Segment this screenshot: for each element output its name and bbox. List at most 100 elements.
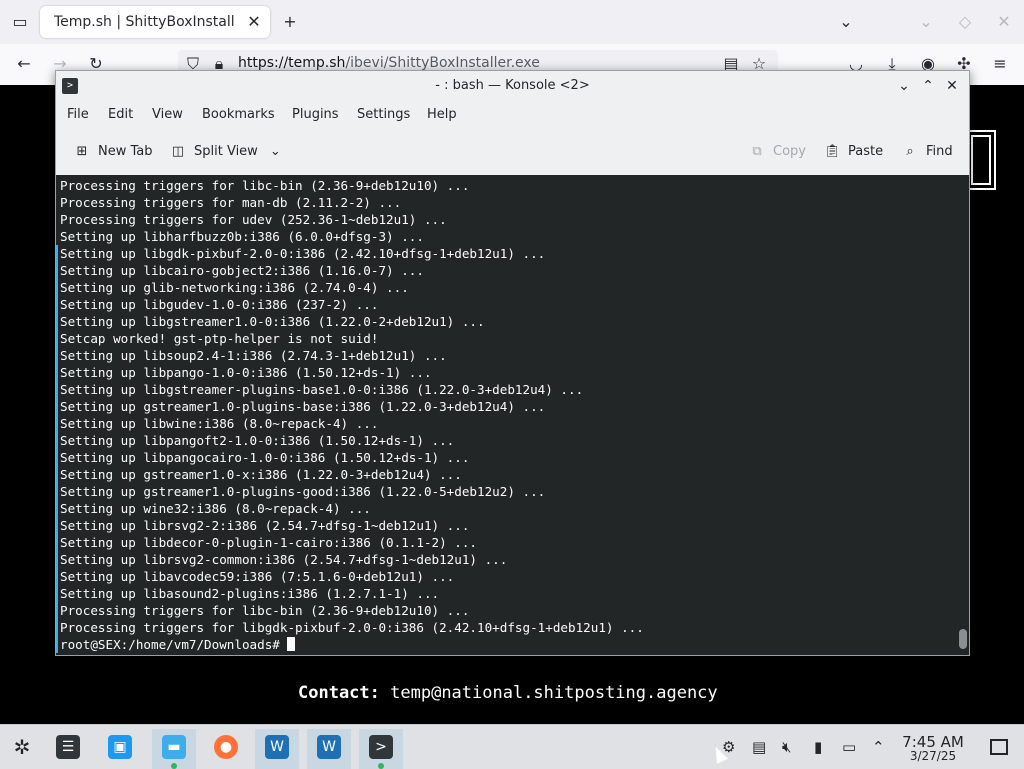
kde-launcher-button[interactable]: ✲ [0,729,44,769]
text-cursor [287,637,296,651]
paste-icon: 📋︎ [824,144,841,159]
tab-title: Temp.sh | ShittyBoxInstaller.e [54,14,234,30]
menu-icon[interactable]: ≡ [990,54,1010,74]
url-path: /ibevi/ShittyBoxInstaller.exe [345,55,540,71]
terminal-line: Setcap worked! gst-ptp-helper is not sui… [60,331,379,346]
new-tab-icon[interactable]: + [280,12,300,32]
contact-line: Contact: temp@national.shitposting.agenc… [298,683,718,703]
terminal-line: Setting up libgstreamer-plugins-base1.0-… [60,382,584,397]
terminal-line: Setting up libdecor-0-plugin-1-cairo:i38… [60,535,478,550]
network-icon[interactable]: ▭ [842,738,856,756]
wine-icon: W [265,735,289,759]
minimize-icon[interactable]: ⌄ [894,76,914,96]
clock-date[interactable]: 3/27/25 [896,749,970,763]
battery-icon[interactable]: ▮ [814,738,822,756]
volume-muted-icon[interactable]: 🔇︎ [782,738,791,756]
new-tab-label: New Tab [98,144,153,159]
konsole-button[interactable]: > [359,729,403,769]
wine-icon: W [317,735,341,759]
paste-button[interactable]: 📋︎ Paste [824,144,883,159]
list-all-tabs-icon[interactable]: ▭ [10,12,30,32]
tab-overflow-chevron-icon[interactable]: ⌄ [836,12,856,32]
terminal-line: Setting up libgudev-1.0-0:i386 (237-2) .… [60,297,379,312]
split-view-button[interactable]: ◫ Split View ⌄ [170,144,281,159]
terminal-line: Setting up libasound2-plugins:i386 (1.2.… [60,586,440,601]
konsole-window: > - : bash — Konsole <2> ⌄ ⌃ ✕ File Edit… [55,70,970,656]
terminal-line: Setting up libharfbuzz0b:i386 (6.0.0+dfs… [60,229,424,244]
close-tab-icon[interactable]: ✕ [244,12,264,32]
system-settings-button[interactable]: ☰ [46,729,90,769]
running-indicator [378,763,384,769]
contact-email[interactable]: temp@national.shitposting.agency [390,683,718,703]
menu-file[interactable]: File [67,107,89,122]
copy-button[interactable]: ⧉ Copy [749,144,806,159]
terminal-line: Setting up glib-networking:i386 (2.74.0-… [60,280,409,295]
browser-tab[interactable]: Temp.sh | ShittyBoxInstaller.e ✕ [40,6,270,38]
clipboard-icon[interactable]: ▤ [752,738,766,756]
terminal-line: Setting up libavcodec59:i386 (7:5.1.6-0+… [60,569,455,584]
shell-prompt: root@SEX:/home/vm7/Downloads# [60,637,288,652]
tray-expand-icon[interactable]: ⌃ [872,738,885,756]
terminal-line: Setting up libgstreamer1.0-0:i386 (1.22.… [60,314,485,329]
discover-store-icon: ▣ [108,735,132,759]
window-close-icon[interactable]: ✕ [994,12,1014,32]
menu-settings[interactable]: Settings [357,107,410,122]
wine-window-button-1[interactable]: W [255,729,299,769]
show-desktop-icon[interactable] [990,739,1008,755]
terminal-line: Processing triggers for libgdk-pixbuf-2.… [60,620,644,635]
terminal-line: Setting up libcairo-gobject2:i386 (1.16.… [60,263,424,278]
menu-edit[interactable]: Edit [108,107,133,122]
terminal-line: Processing triggers for man-db (2.11.2-2… [60,195,402,210]
konsole-icon: > [369,735,393,759]
window-title: - : bash — Konsole <2> [435,78,590,93]
window-minimize-icon[interactable]: ⌄ [916,12,936,32]
page-frame-box [966,130,996,190]
discover-store-button[interactable]: ▣ [98,729,142,769]
system-settings-icon: ☰ [56,735,80,759]
scrollbar[interactable] [959,175,967,655]
terminal-line: Setting up libsoup2.4-1:i386 (2.74.3-1+d… [60,348,447,363]
wine-window-button-2[interactable]: W [307,729,351,769]
terminal-output: Processing triggers for libc-bin (2.36-9… [60,177,644,653]
menu-help[interactable]: Help [427,107,457,122]
split-view-label: Split View [194,144,258,159]
scrollbar-thumb[interactable] [959,629,967,649]
terminal-line: Processing triggers for udev (252.36-1~d… [60,212,447,227]
terminal-line: Setting up libpangoft2-1.0-0:i386 (1.50.… [60,433,455,448]
window-restore-icon[interactable]: ◇ [955,12,975,32]
split-view-icon: ◫ [171,144,185,159]
find-label: Find [926,144,953,159]
terminal-line: Setting up gstreamer1.0-plugins-good:i38… [60,484,546,499]
new-tab-icon: ⊞ [76,144,88,159]
running-indicator [171,763,177,769]
terminal-line: Setting up gstreamer1.0-x:i386 (1.22.0-3… [60,467,462,482]
prompt-line[interactable]: root@SEX:/home/vm7/Downloads# [60,636,644,653]
back-icon[interactable]: ← [14,54,34,74]
terminal-line: Setting up wine32:i386 (8.0~repack-4) ..… [60,501,371,516]
search-icon: ⌕ [906,144,914,159]
url-text[interactable]: https://temp.sh/ibevi/ShittyBoxInstaller… [238,55,540,71]
terminal-line: Setting up librsvg2-common:i386 (2.54.7+… [60,552,508,567]
copy-label: Copy [773,144,806,159]
konsole-titlebar[interactable]: > - : bash — Konsole <2> ⌄ ⌃ ✕ [56,71,969,101]
menu-view[interactable]: View [152,107,183,122]
find-button[interactable]: ⌕ Find [902,144,953,159]
menu-bookmarks[interactable]: Bookmarks [202,107,275,122]
menu-plugins[interactable]: Plugins [292,107,339,122]
terminal-line: Processing triggers for libc-bin (2.36-9… [60,178,470,193]
close-icon[interactable]: ✕ [942,76,962,96]
firefox-icon: ● [214,735,238,759]
firefox-button[interactable]: ● [204,729,248,769]
copy-icon: ⧉ [752,144,762,159]
dolphin-files-button[interactable]: ▬ [152,729,196,769]
chevron-down-icon[interactable]: ⌄ [270,144,281,159]
maximize-icon[interactable]: ⌃ [918,76,938,96]
paste-label: Paste [848,144,884,159]
menu-bar: File Edit View Bookmarks Plugins Setting… [56,103,969,127]
taskbar: ✲ ☰ ▣ ▬ ● W W > ⚙ ▤ 🔇︎ ▮ ▭ ⌃ 7:45 AM 3/2… [0,724,1024,769]
terminal-line: Setting up libpango-1.0-0:i386 (1.50.12+… [60,365,432,380]
terminal-view[interactable]: Processing triggers for libc-bin (2.36-9… [56,175,969,655]
browser-tab-bar: ▭ Temp.sh | ShittyBoxInstaller.e ✕ + ⌄ ⌄… [0,0,1024,44]
new-tab-button[interactable]: ⊞ New Tab [74,144,153,159]
terminal-line: Setting up libgdk-pixbuf-2.0-0:i386 (2.4… [60,246,546,261]
